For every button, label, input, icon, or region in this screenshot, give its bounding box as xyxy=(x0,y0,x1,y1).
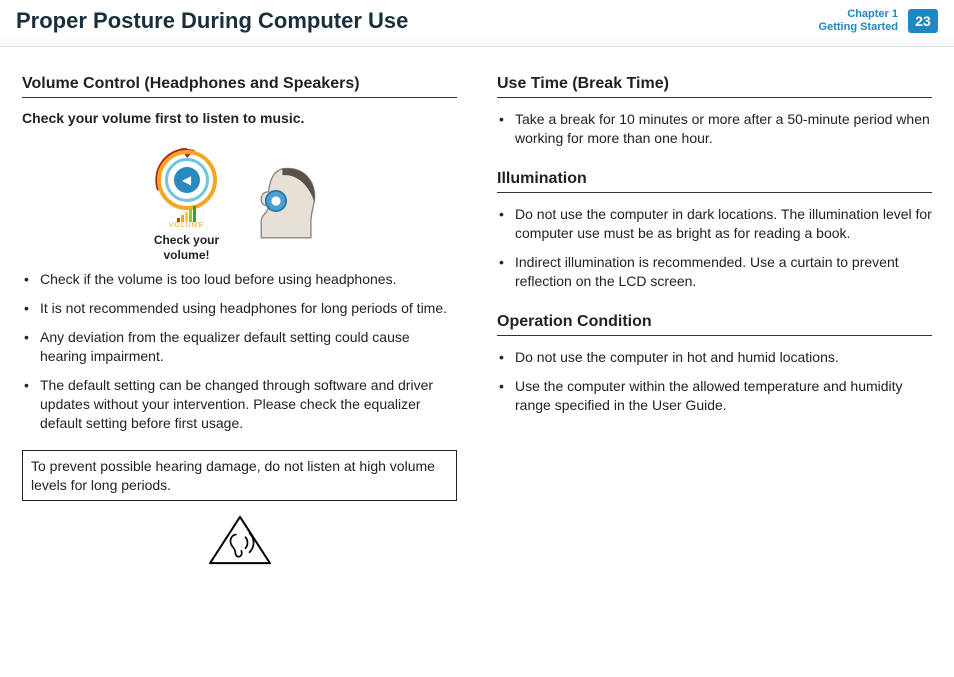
volume-bullet-list: Check if the volume is too loud before u… xyxy=(22,270,457,432)
hearing-warning-icon xyxy=(22,511,457,569)
chapter-label: Chapter 1 Getting Started xyxy=(819,8,898,34)
volume-dial-graphic: ◀ VOLUME Check your volume! xyxy=(147,140,227,262)
chapter-line2: Getting Started xyxy=(819,21,898,34)
figure-caption: Check your volume! xyxy=(147,233,227,262)
list-item: Check if the volume is too loud before u… xyxy=(22,270,457,289)
section-heading-illumination: Illumination xyxy=(497,170,932,193)
person-headphone-icon xyxy=(241,155,333,247)
speaker-icon: ◀ xyxy=(174,167,200,193)
list-item: Use the computer within the allowed temp… xyxy=(497,377,932,415)
illumination-bullet-list: Do not use the computer in dark location… xyxy=(497,205,932,291)
section-subtitle-volume: Check your volume first to listen to mus… xyxy=(22,110,457,126)
list-item: Any deviation from the equalizer default… xyxy=(22,328,457,366)
list-item: It is not recommended using headphones f… xyxy=(22,299,457,318)
operation-bullet-list: Do not use the computer in hot and humid… xyxy=(497,348,932,415)
list-item: Do not use the computer in hot and humid… xyxy=(497,348,932,367)
list-item: Do not use the computer in dark location… xyxy=(497,205,932,243)
right-column: Use Time (Break Time) Take a break for 1… xyxy=(497,71,932,568)
list-item: The default setting can be changed throu… xyxy=(22,376,457,433)
section-heading-volume: Volume Control (Headphones and Speakers) xyxy=(22,75,457,98)
volume-bars-icon xyxy=(177,206,196,222)
page-title: Proper Posture During Computer Use xyxy=(16,8,819,34)
page-number-badge: 23 xyxy=(908,9,938,33)
left-column: Volume Control (Headphones and Speakers)… xyxy=(22,71,457,568)
hearing-warning-box: To prevent possible hearing damage, do n… xyxy=(22,450,457,500)
page-header: Proper Posture During Computer Use Chapt… xyxy=(0,0,954,47)
list-item: Indirect illumination is recommended. Us… xyxy=(497,253,932,291)
volume-label: VOLUME xyxy=(147,222,227,229)
section-heading-usetime: Use Time (Break Time) xyxy=(497,75,932,98)
usetime-bullet-list: Take a break for 10 minutes or more afte… xyxy=(497,110,932,148)
section-heading-operation: Operation Condition xyxy=(497,313,932,336)
volume-figure: ◀ VOLUME Check your volume! xyxy=(22,140,457,262)
list-item: Take a break for 10 minutes or more afte… xyxy=(497,110,932,148)
page-content: Volume Control (Headphones and Speakers)… xyxy=(0,47,954,592)
chapter-line1: Chapter 1 xyxy=(819,8,898,21)
